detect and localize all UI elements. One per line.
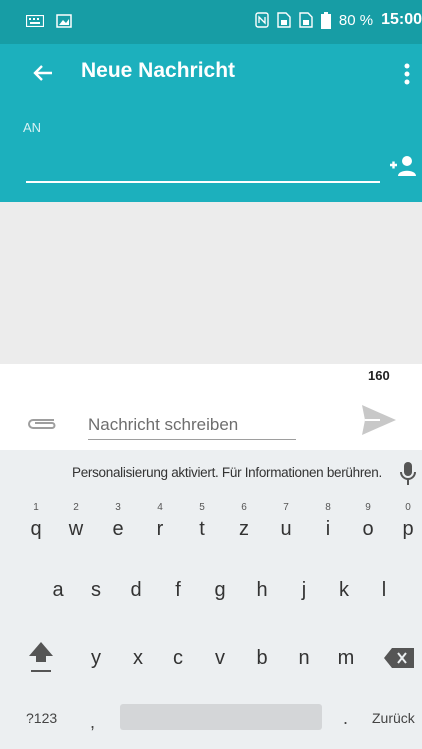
backspace-icon[interactable]: [384, 648, 414, 668]
enter-key[interactable]: Zurück: [372, 710, 415, 726]
key-h[interactable]: h: [248, 570, 276, 610]
key-g[interactable]: g: [206, 570, 234, 610]
key-u[interactable]: 7u: [272, 502, 300, 542]
back-arrow-icon[interactable]: [28, 58, 58, 88]
key-f[interactable]: f: [164, 570, 192, 610]
suggestion-text: Personalisierung aktiviert. Für Informat…: [72, 465, 382, 480]
key-w[interactable]: 2w: [62, 502, 90, 542]
battery-icon: [320, 11, 331, 29]
sim-2-icon: [299, 12, 313, 28]
key-x[interactable]: x: [124, 638, 152, 678]
shift-icon[interactable]: [26, 640, 56, 674]
key-j[interactable]: j: [290, 570, 318, 610]
message-input[interactable]: [88, 410, 296, 440]
space-key[interactable]: [120, 704, 322, 730]
nfc-icon: [255, 12, 269, 28]
key-y[interactable]: y: [82, 638, 110, 678]
compose-bar: 160: [0, 364, 422, 450]
key-r[interactable]: 4r: [146, 502, 174, 542]
more-options-icon[interactable]: [400, 60, 414, 88]
numbers-key[interactable]: ?123: [26, 710, 57, 726]
status-bar: 80 % 15:00: [0, 0, 422, 44]
key-v[interactable]: v: [206, 638, 234, 678]
microphone-icon[interactable]: [398, 460, 418, 488]
clock: 15:00: [381, 11, 422, 28]
keyboard: Personalisierung aktiviert. Für Informat…: [0, 450, 422, 749]
period-key[interactable]: .: [343, 708, 348, 729]
attachment-icon[interactable]: [24, 414, 60, 432]
battery-percent: 80 %: [338, 11, 374, 29]
key-b[interactable]: b: [248, 638, 276, 678]
sim-1-icon: [277, 12, 291, 28]
screenshot-notification-icon: [56, 14, 72, 28]
key-m[interactable]: m: [332, 638, 360, 678]
key-p[interactable]: 0p: [394, 502, 422, 542]
key-o[interactable]: 9o: [354, 502, 382, 542]
keyboard-notification-icon: [26, 15, 44, 27]
key-i[interactable]: 8i: [314, 502, 342, 542]
recipient-input[interactable]: [26, 181, 380, 183]
key-s[interactable]: s: [82, 570, 110, 610]
key-e[interactable]: 3e: [104, 502, 132, 542]
key-z[interactable]: 6z: [230, 502, 258, 542]
send-icon[interactable]: [360, 402, 398, 438]
key-a[interactable]: a: [44, 570, 72, 610]
key-k[interactable]: k: [330, 570, 358, 610]
page-title: Neue Nachricht: [81, 59, 236, 82]
suggestion-bar[interactable]: Personalisierung aktiviert. Für Informat…: [0, 450, 422, 498]
key-l[interactable]: l: [370, 570, 398, 610]
comma-key[interactable]: ,: [90, 712, 95, 733]
key-d[interactable]: d: [122, 570, 150, 610]
conversation-area: [0, 202, 422, 364]
key-t[interactable]: 5t: [188, 502, 216, 542]
recipient-area: AN: [0, 104, 422, 202]
key-q[interactable]: 1q: [22, 502, 50, 542]
key-n[interactable]: n: [290, 638, 318, 678]
recipient-label: AN: [23, 120, 42, 135]
app-bar: Neue Nachricht: [0, 44, 422, 104]
key-c[interactable]: c: [164, 638, 192, 678]
character-counter: 160: [368, 368, 390, 383]
add-contact-icon[interactable]: [388, 154, 418, 178]
